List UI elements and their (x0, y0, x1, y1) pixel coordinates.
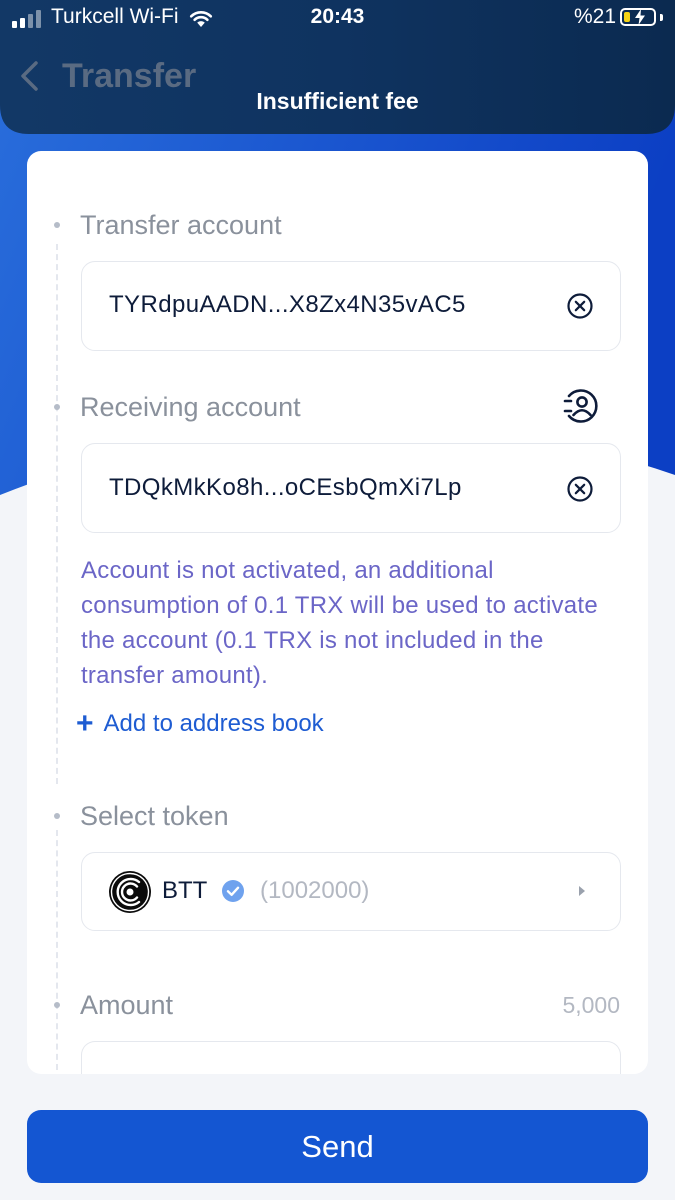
step-bullet (54, 222, 60, 228)
caret-right-icon (579, 886, 585, 896)
timeline-divider (56, 244, 58, 784)
verified-check-icon (222, 880, 244, 902)
battery-icon (620, 8, 656, 26)
transfer-account-label: Transfer account (80, 210, 282, 240)
battery-cap (660, 13, 663, 21)
step-bullet (54, 1002, 60, 1008)
token-selector[interactable]: BTT (1002000) (81, 852, 621, 931)
contacts-icon[interactable] (560, 387, 602, 425)
select-token-label: Select token (80, 801, 229, 831)
amount-input[interactable] (81, 1041, 621, 1074)
add-to-address-book-link[interactable]: + Add to address book (76, 708, 324, 740)
send-button[interactable]: Send (27, 1110, 648, 1183)
receiving-account-label: Receiving account (80, 392, 301, 422)
btt-token-icon (109, 871, 151, 913)
timeline-divider (56, 830, 58, 1070)
transfer-account-field[interactable]: TYRdpuAADN...X8Zx4N35vAC5 (81, 261, 621, 351)
token-symbol: BTT (162, 877, 208, 904)
receiving-account-value: TDQkMkKo8h...oCEsbQmXi7Lp (109, 474, 462, 501)
charging-bolt-icon (635, 9, 645, 25)
available-amount: 5,000 (562, 992, 620, 1018)
token-balance: (1002000) (260, 877, 370, 904)
plus-icon: + (76, 707, 94, 740)
clear-circle-icon[interactable] (566, 475, 594, 503)
add-to-address-book-label: Add to address book (103, 710, 324, 737)
battery-percent: %21 (573, 5, 616, 28)
battery-level (624, 12, 630, 22)
step-bullet (54, 813, 60, 819)
transfer-account-value: TYRdpuAADN...X8Zx4N35vAC5 (109, 291, 466, 318)
receiving-account-field[interactable]: TDQkMkKo8h...oCEsbQmXi7Lp (81, 443, 621, 533)
step-bullet (54, 404, 60, 410)
clear-circle-icon[interactable] (566, 292, 594, 320)
account-not-activated-notice: Account is not activated, an additional … (81, 557, 598, 689)
insufficient-fee-toast: Insufficient fee (256, 88, 419, 114)
status-bar: Turkcell Wi-Fi 20:43 %21 (0, 0, 675, 38)
amount-label: Amount (80, 990, 174, 1020)
